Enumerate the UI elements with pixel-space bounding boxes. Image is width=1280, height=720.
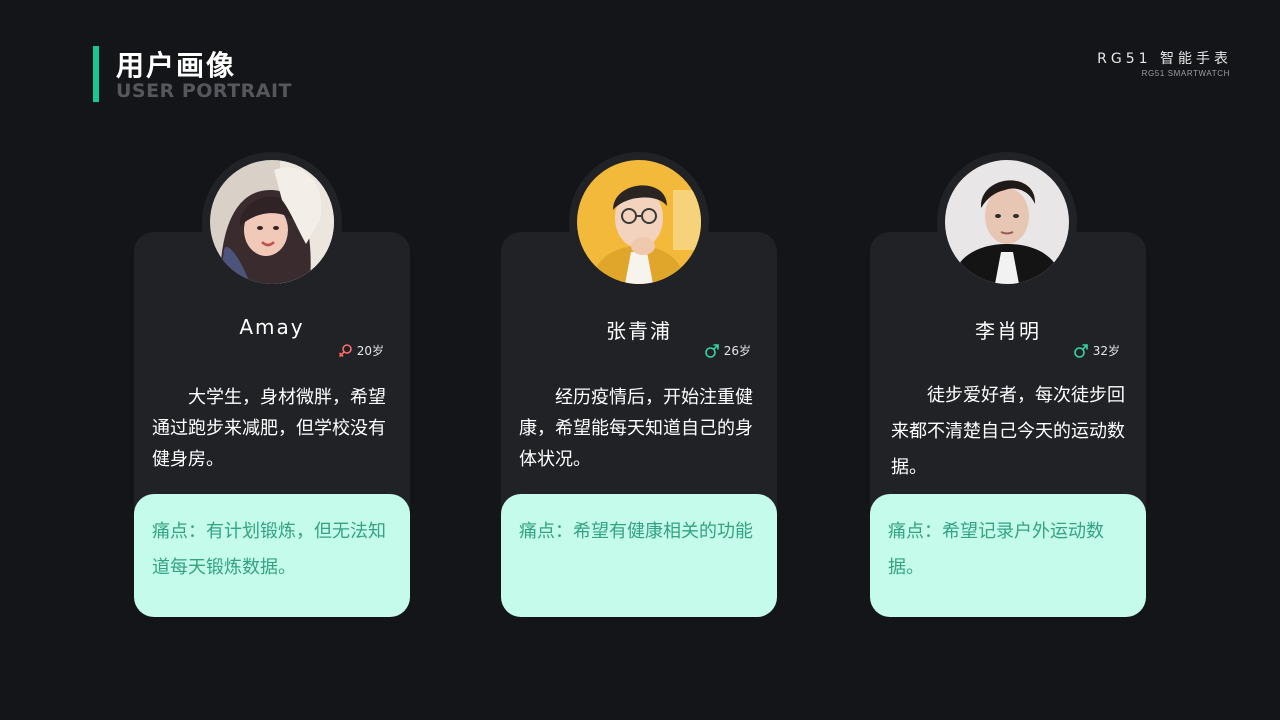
female-icon bbox=[338, 343, 352, 357]
title-accent-bar bbox=[93, 46, 99, 102]
male-icon bbox=[1073, 343, 1088, 358]
pain-point-text: 痛点：希望有健康相关的功能 bbox=[519, 521, 753, 542]
persona-description: 经历疫情后，开始注重健康，希望能每天知道自己的身体状况。 bbox=[519, 387, 753, 470]
brand-name: RG51 智能手表 bbox=[1097, 51, 1232, 67]
persona-age: 32岁 bbox=[1092, 344, 1120, 358]
avatar-ring bbox=[569, 152, 709, 292]
avatar bbox=[577, 160, 701, 284]
pain-point-box: 痛点：有计划锻炼，但无法知道每天锻炼数据。 bbox=[134, 494, 410, 617]
persona-age: 20岁 bbox=[356, 344, 384, 358]
persona-meta: 26岁 bbox=[704, 342, 751, 359]
page-title: 用户画像 bbox=[116, 49, 237, 82]
avatar-ring bbox=[937, 152, 1077, 292]
pain-point-box: 痛点：希望记录户外运动数据。 bbox=[870, 494, 1146, 617]
avatar-ring bbox=[202, 152, 342, 292]
persona-description: 徒步爱好者，每次徒步回来都不清楚自己今天的运动数据。 bbox=[891, 385, 1125, 478]
male-icon bbox=[704, 343, 719, 358]
brand-name-en: RG51 SMARTWATCH bbox=[1141, 69, 1230, 78]
persona-meta: 32岁 bbox=[1073, 342, 1120, 359]
persona-name: 张青浦 bbox=[606, 319, 672, 343]
persona-page: 用户画像 USER PORTRAIT RG51 智能手表 RG51 SMARTW… bbox=[0, 0, 1280, 720]
persona-name: Amay bbox=[239, 315, 305, 339]
persona-description: 大学生，身材微胖，希望通过跑步来减肥，但学校没有健身房。 bbox=[152, 387, 386, 470]
persona-name: 李肖明 bbox=[975, 319, 1041, 343]
persona-age: 26岁 bbox=[723, 344, 751, 358]
avatar bbox=[945, 160, 1069, 284]
pain-point-text: 痛点：希望记录户外运动数据。 bbox=[888, 521, 1104, 578]
avatar bbox=[210, 160, 334, 284]
avatar-photo-zhang bbox=[577, 160, 701, 284]
pain-point-text: 痛点：有计划锻炼，但无法知道每天锻炼数据。 bbox=[152, 521, 386, 578]
pain-point-box: 痛点：希望有健康相关的功能 bbox=[501, 494, 777, 617]
persona-meta: 20岁 bbox=[337, 342, 384, 359]
page-subtitle: USER PORTRAIT bbox=[116, 80, 293, 102]
avatar-photo-amay bbox=[210, 160, 334, 284]
avatar-photo-li bbox=[945, 160, 1069, 284]
